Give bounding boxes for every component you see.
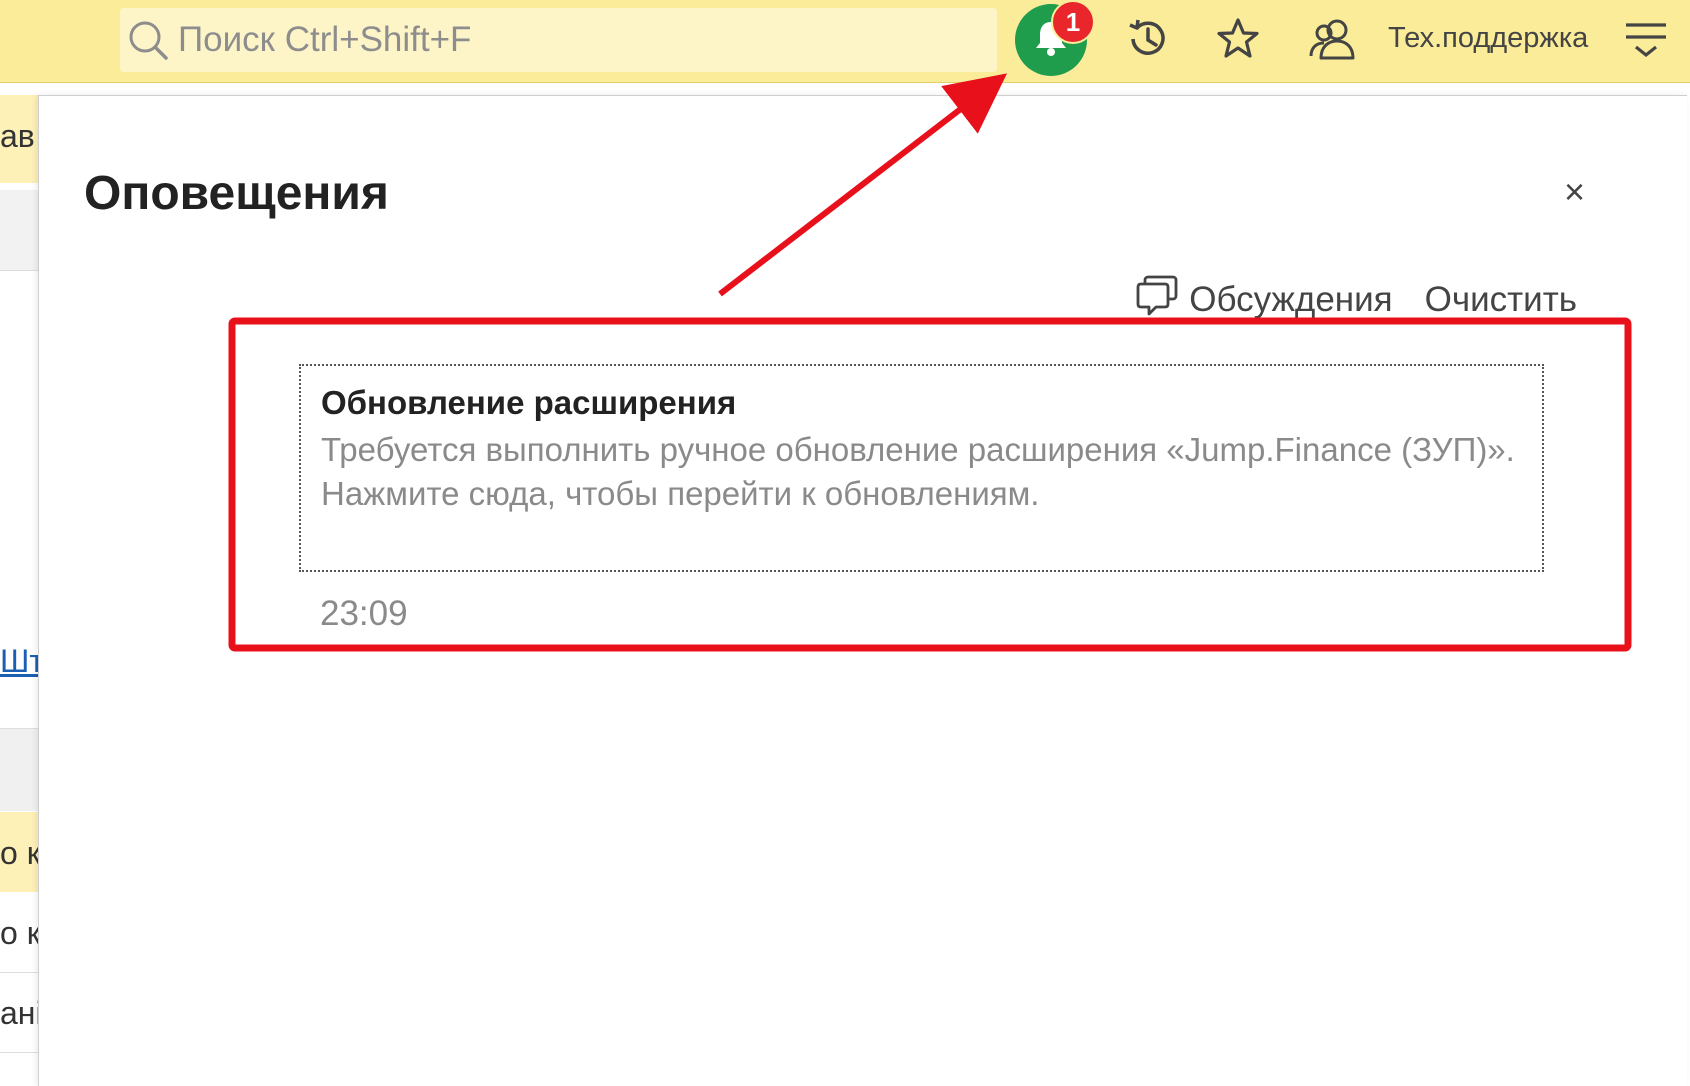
users-icon <box>1307 16 1357 67</box>
background-table-cell: о к <box>0 915 38 951</box>
background-table-header <box>0 728 38 811</box>
close-button[interactable]: × <box>1564 174 1585 210</box>
notification-item[interactable]: Обновление расширения Требуется выполнит… <box>299 364 1544 572</box>
notification-text: Требуется выполнить ручное обновление ра… <box>321 431 1515 468</box>
background-app-toolbar <box>0 190 38 271</box>
discussions-icon <box>1135 274 1179 325</box>
notifications-panel: Оповещения × Обсуждения Очистить Обновле… <box>38 95 1687 1086</box>
notification-hint: Нажмите сюда, чтобы перейти к обновления… <box>321 475 1040 512</box>
favorites-button[interactable] <box>1208 0 1268 82</box>
tech-support-link[interactable]: Тех.поддержка <box>1388 22 1588 55</box>
main-menu-button[interactable] <box>1618 0 1674 82</box>
panel-actions: Обсуждения Очистить <box>1135 274 1577 325</box>
menu-icon <box>1624 19 1668 64</box>
search-box[interactable] <box>120 8 997 72</box>
history-button[interactable] <box>1118 0 1178 82</box>
history-icon <box>1125 16 1171 67</box>
background-app-text: ав <box>0 118 35 154</box>
background-table-cell: ані <box>0 995 38 1031</box>
notification-title: Обновление расширения <box>321 384 737 421</box>
discussions-button[interactable]: Обсуждения <box>1135 274 1393 325</box>
search-input[interactable] <box>176 19 980 61</box>
search-icon <box>120 8 176 72</box>
background-app-link[interactable]: Шт <box>0 643 38 680</box>
discussions-label: Обсуждения <box>1189 279 1393 319</box>
panel-title: Оповещения <box>84 167 389 220</box>
top-toolbar: 1 Тех.поддержка <box>0 0 1690 83</box>
notification-time: 23:09 <box>320 594 408 633</box>
clear-button[interactable]: Очистить <box>1425 280 1577 320</box>
star-icon <box>1215 16 1261 67</box>
background-table-cell: о к <box>0 835 38 871</box>
notifications-count-badge: 1 <box>1051 0 1095 44</box>
close-icon: × <box>1564 171 1586 212</box>
users-button[interactable] <box>1300 0 1364 82</box>
